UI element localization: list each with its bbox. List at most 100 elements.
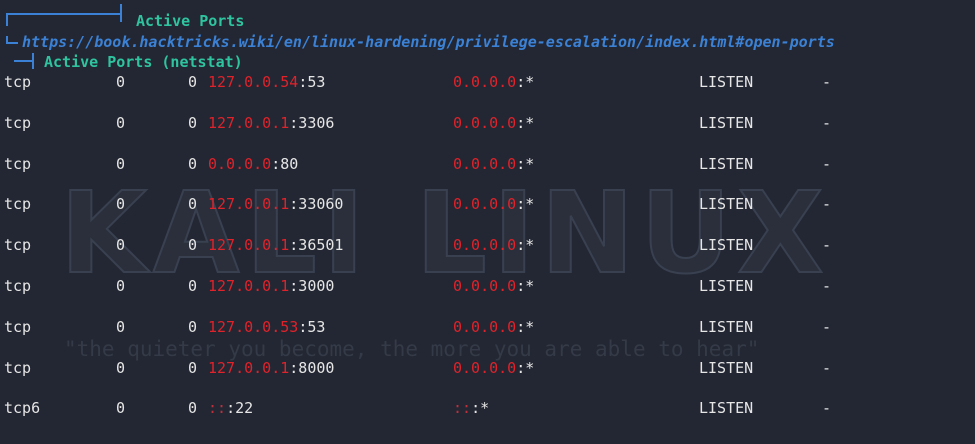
pid-text: - [822,399,832,418]
recv-q-cell: 0 [116,359,125,377]
proto-cell: tcp [4,359,31,377]
recv-q-cell: 0 [116,195,125,213]
recv-q-text: 0 [116,154,126,173]
foreign-port: :* [516,154,535,173]
local-address-cell: 127.0.0.1:3306 [208,114,334,132]
foreign-port: :* [471,399,490,418]
foreign-address-cell: 0.0.0.0:* [453,73,534,91]
netstat-row: tcp 0 0 127.0.0.1:3306 0.0.0.0:* LISTEN - [0,114,975,155]
netstat-output: tcp 0 0 127.0.0.54:53 0.0.0.0:* LISTEN - tcp 0 0 1… [0,73,975,440]
proto-text: tcp6 [4,399,41,418]
netstat-row: tcp 0 0 127.0.0.53:53 0.0.0.0:* LISTEN - [0,318,975,359]
recv-q-cell: 0 [116,318,125,336]
local-ip: 127.0.0.54 [208,73,299,91]
pid-text: - [822,236,832,255]
local-ip: :: [208,399,227,418]
state-cell: LISTEN [699,73,753,91]
state-text: LISTEN [699,73,754,91]
state-cell: LISTEN [699,277,753,295]
proto-cell: tcp [4,318,31,336]
send-q-text: 0 [188,317,198,336]
section-title: Active Ports [136,12,245,30]
recv-q-cell: 0 [116,114,125,132]
foreign-ip: 0.0.0.0 [453,358,517,377]
send-q-text: 0 [188,358,198,377]
foreign-ip: 0.0.0.0 [453,317,517,336]
send-q-cell: 0 [188,155,197,173]
pid-cell: - [822,318,831,336]
send-q-text: 0 [188,154,198,173]
local-ip: 0.0.0.0 [208,154,272,173]
recv-q-text: 0 [116,399,126,418]
pid-cell: - [822,277,831,295]
foreign-address-cell: 0.0.0.0:* [453,318,534,336]
netstat-row: tcp 0 0 127.0.0.1:3000 0.0.0.0:* LISTEN - [0,277,975,318]
terminal-window: KALI LINUX "the quieter you become, the … [0,0,975,444]
local-ip: 127.0.0.1 [208,113,290,132]
proto-text: tcp [4,276,32,295]
subtitle-bracket-tick [32,53,34,69]
proto-cell: tcp [4,155,31,173]
state-text: LISTEN [699,236,754,255]
local-ip: 127.0.0.1 [208,236,290,255]
local-ip: 127.0.0.1 [208,195,290,214]
proto-text: tcp [4,113,32,132]
send-q-text: 0 [188,195,198,214]
state-text: LISTEN [699,358,754,377]
send-q-text: 0 [188,113,198,132]
foreign-port: :* [516,73,535,91]
state-cell: LISTEN [699,114,753,132]
foreign-address-cell: 0.0.0.0:* [453,195,534,213]
send-q-cell: 0 [188,399,197,417]
recv-q-text: 0 [116,73,126,91]
reference-link[interactable]: https://book.hacktricks.wiki/en/linux-ha… [22,33,835,51]
proto-text: tcp [4,195,32,214]
local-port: :3000 [289,276,335,295]
header-bracket-line [6,13,122,26]
send-q-cell: 0 [188,359,197,377]
foreign-ip: 0.0.0.0 [453,113,517,132]
foreign-ip: 0.0.0.0 [453,236,517,255]
send-q-text: 0 [188,236,198,255]
section-subtitle: Active Ports (netstat) [44,53,243,71]
local-ip: 127.0.0.1 [208,276,290,295]
send-q-text: 0 [188,399,198,418]
foreign-port: :* [516,236,535,255]
foreign-address-cell: :::* [453,399,489,417]
send-q-cell: 0 [188,114,197,132]
foreign-ip: 0.0.0.0 [453,276,517,295]
local-address-cell: 127.0.0.1:3000 [208,277,334,295]
pid-cell: - [822,359,831,377]
local-address-cell: 0.0.0.0:80 [208,155,298,173]
pid-cell: - [822,399,831,417]
local-port: :33060 [289,195,344,214]
local-address-cell: 127.0.0.1:8000 [208,359,334,377]
local-address-cell: 127.0.0.54:53 [208,73,325,91]
proto-text: tcp [4,73,32,91]
state-text: LISTEN [699,276,754,295]
local-port: :36501 [289,236,344,255]
foreign-ip: 0.0.0.0 [453,73,517,91]
netstat-row: tcp 0 0 0.0.0.0:80 0.0.0.0:* LISTEN - [0,155,975,196]
state-text: LISTEN [699,399,754,418]
proto-cell: tcp [4,277,31,295]
local-address-cell: :::22 [208,399,253,417]
recv-q-text: 0 [116,358,126,377]
foreign-ip: 0.0.0.0 [453,195,517,214]
local-ip: 127.0.0.53 [208,317,299,336]
netstat-row: tcp6 0 0:::22:::* LISTEN - [0,399,975,440]
foreign-address-cell: 0.0.0.0:* [453,236,534,254]
state-cell: LISTEN [699,359,753,377]
pid-text: - [822,195,832,214]
local-address-cell: 127.0.0.53:53 [208,318,325,336]
subtitle-bracket-line [14,60,32,62]
foreign-address-cell: 0.0.0.0:* [453,277,534,295]
local-address-cell: 127.0.0.1:36501 [208,236,343,254]
state-cell: LISTEN [699,155,753,173]
local-port: :3306 [289,113,335,132]
proto-text: tcp [4,236,32,255]
recv-q-cell: 0 [116,73,125,91]
local-ip: 127.0.0.1 [208,358,290,377]
send-q-text: 0 [188,276,198,295]
state-text: LISTEN [699,154,754,173]
